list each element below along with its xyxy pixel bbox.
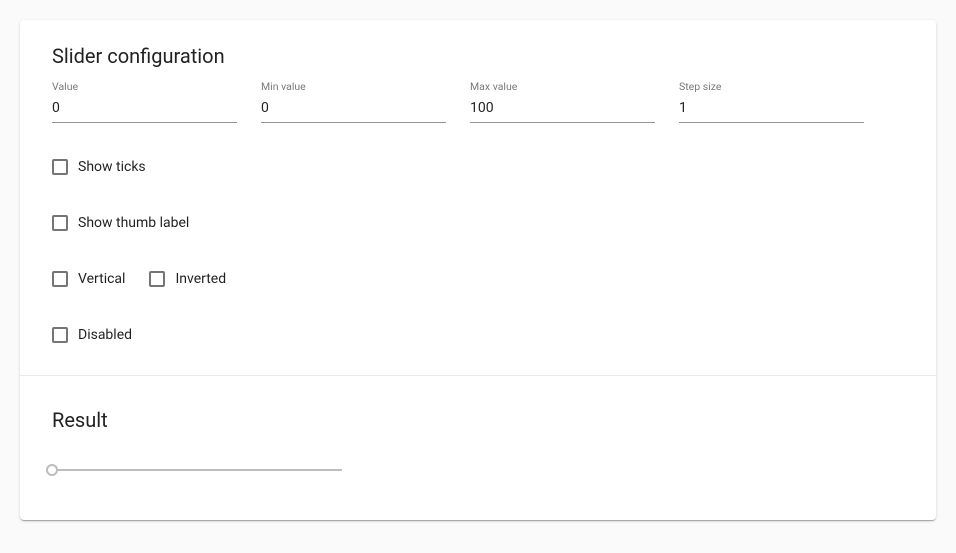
step-field: Step size (679, 80, 864, 123)
value-input[interactable] (52, 96, 237, 123)
result-slider[interactable] (52, 460, 342, 480)
vertical-label: Vertical (78, 271, 125, 287)
max-label: Max value (470, 80, 517, 93)
disabled-checkbox[interactable]: Disabled (52, 327, 132, 343)
checkbox-box-icon (52, 159, 68, 175)
vertical-checkbox[interactable]: Vertical (52, 271, 125, 287)
input-row: Value Min value Max value Step size (52, 80, 904, 123)
show-ticks-label: Show ticks (78, 159, 146, 175)
slider-config-card: Slider configuration Value Min value Max… (20, 20, 936, 520)
max-field: Max value (470, 80, 655, 123)
config-title: Slider configuration (52, 44, 904, 68)
inverted-label: Inverted (175, 271, 226, 287)
show-thumb-label-checkbox[interactable]: Show thumb label (52, 215, 189, 231)
value-field: Value (52, 80, 237, 123)
checkbox-box-icon (149, 271, 165, 287)
inverted-checkbox[interactable]: Inverted (149, 271, 226, 287)
step-label: Step size (679, 80, 721, 93)
min-label: Min value (261, 80, 306, 93)
max-input[interactable] (470, 96, 655, 123)
value-label: Value (52, 80, 78, 93)
disabled-label: Disabled (78, 327, 132, 343)
result-title: Result (52, 408, 904, 432)
show-thumb-label-label: Show thumb label (78, 215, 189, 231)
slider-track (52, 469, 342, 471)
min-input[interactable] (261, 96, 446, 123)
checkbox-box-icon (52, 327, 68, 343)
checkbox-box-icon (52, 215, 68, 231)
checkbox-group: Show ticks Show thumb label Vertical Inv… (52, 159, 904, 343)
slider-thumb[interactable] (46, 464, 58, 476)
show-ticks-checkbox[interactable]: Show ticks (52, 159, 146, 175)
step-input[interactable] (679, 96, 864, 123)
result-section: Result (20, 376, 936, 520)
min-field: Min value (261, 80, 446, 123)
checkbox-box-icon (52, 271, 68, 287)
config-section: Slider configuration Value Min value Max… (20, 20, 936, 375)
